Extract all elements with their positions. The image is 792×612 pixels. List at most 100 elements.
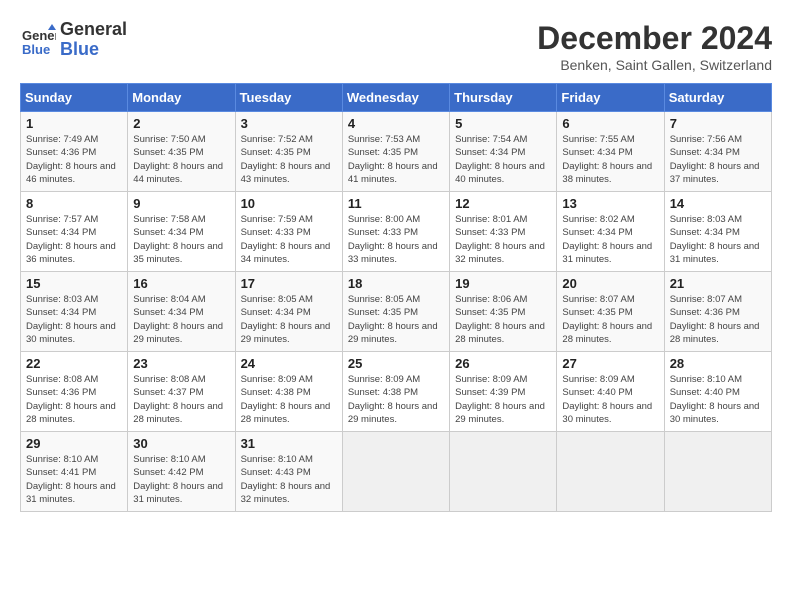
calendar-week-row: 15 Sunrise: 8:03 AMSunset: 4:34 PMDayligh… (21, 272, 772, 352)
day-number: 3 (241, 116, 337, 131)
day-info: Sunrise: 8:05 AMSunset: 4:34 PMDaylight:… (241, 293, 337, 346)
day-number: 15 (26, 276, 122, 291)
calendar-cell: 5Sunrise: 7:54 AMSunset: 4:34 PMDaylight… (450, 112, 557, 192)
day-info: Sunrise: 8:09 AMSunset: 4:38 PMDaylight:… (348, 373, 444, 426)
day-info: Sunrise: 8:08 AMSunset: 4:37 PMDaylight:… (133, 373, 229, 426)
calendar-cell: 26 Sunrise: 8:09 AMSunset: 4:39 PMDayligh… (450, 352, 557, 432)
day-number: 11 (348, 196, 444, 211)
day-info: Sunrise: 8:08 AMSunset: 4:36 PMDaylight:… (26, 373, 122, 426)
calendar-cell: 6 Sunrise: 7:55 AMSunset: 4:34 PMDaylight… (557, 112, 664, 192)
logo-general: General (60, 20, 127, 40)
calendar-cell: 20 Sunrise: 8:07 AMSunset: 4:35 PMDayligh… (557, 272, 664, 352)
day-number: 24 (241, 356, 337, 371)
calendar-week-row: 1 Sunrise: 7:49 AMSunset: 4:36 PMDaylight… (21, 112, 772, 192)
day-number: 8 (26, 196, 122, 211)
day-number: 1 (26, 116, 122, 131)
calendar-cell: 1 Sunrise: 7:49 AMSunset: 4:36 PMDaylight… (21, 112, 128, 192)
calendar-cell: 2 Sunrise: 7:50 AMSunset: 4:35 PMDaylight… (128, 112, 235, 192)
calendar-header-row: SundayMondayTuesdayWednesdayThursdayFrid… (21, 84, 772, 112)
day-header-tuesday: Tuesday (235, 84, 342, 112)
day-number: 14 (670, 196, 766, 211)
day-info: Sunrise: 7:50 AMSunset: 4:35 PMDaylight:… (133, 133, 229, 186)
calendar-cell: 19Sunrise: 8:06 AMSunset: 4:35 PMDayligh… (450, 272, 557, 352)
day-info: Sunrise: 8:09 AMSunset: 4:38 PMDaylight:… (241, 373, 337, 426)
day-number: 29 (26, 436, 122, 451)
month-title: December 2024 (537, 20, 772, 57)
day-number: 16 (133, 276, 229, 291)
calendar-cell (450, 432, 557, 512)
day-header-saturday: Saturday (664, 84, 771, 112)
calendar-table: SundayMondayTuesdayWednesdayThursdayFrid… (20, 83, 772, 512)
day-info: Sunrise: 8:04 AMSunset: 4:34 PMDaylight:… (133, 293, 229, 346)
calendar-cell: 18Sunrise: 8:05 AMSunset: 4:35 PMDayligh… (342, 272, 449, 352)
calendar-cell: 13Sunrise: 8:02 AMSunset: 4:34 PMDayligh… (557, 192, 664, 272)
day-info: Sunrise: 8:03 AMSunset: 4:34 PMDaylight:… (670, 213, 766, 266)
day-info: Sunrise: 7:58 AMSunset: 4:34 PMDaylight:… (133, 213, 229, 266)
calendar-cell: 27Sunrise: 8:09 AMSunset: 4:40 PMDayligh… (557, 352, 664, 432)
calendar-week-row: 8 Sunrise: 7:57 AMSunset: 4:34 PMDaylight… (21, 192, 772, 272)
day-header-friday: Friday (557, 84, 664, 112)
day-info: Sunrise: 8:03 AMSunset: 4:34 PMDaylight:… (26, 293, 122, 346)
page-header: General Blue General Blue December 2024 … (20, 20, 772, 73)
logo: General Blue General Blue (20, 20, 127, 60)
logo-blue: Blue (60, 40, 127, 60)
calendar-cell: 30 Sunrise: 8:10 AMSunset: 4:42 PMDayligh… (128, 432, 235, 512)
day-info: Sunrise: 7:57 AMSunset: 4:34 PMDaylight:… (26, 213, 122, 266)
svg-text:General: General (22, 28, 56, 43)
day-header-wednesday: Wednesday (342, 84, 449, 112)
day-info: Sunrise: 8:07 AMSunset: 4:36 PMDaylight:… (670, 293, 766, 346)
calendar-cell: 11 Sunrise: 8:00 AMSunset: 4:33 PMDayligh… (342, 192, 449, 272)
calendar-cell: 16 Sunrise: 8:04 AMSunset: 4:34 PMDayligh… (128, 272, 235, 352)
day-number: 18 (348, 276, 444, 291)
day-info: Sunrise: 7:53 AMSunset: 4:35 PMDaylight:… (348, 133, 444, 186)
day-info: Sunrise: 7:49 AMSunset: 4:36 PMDaylight:… (26, 133, 122, 186)
day-info: Sunrise: 8:07 AMSunset: 4:35 PMDaylight:… (562, 293, 658, 346)
calendar-week-row: 29 Sunrise: 8:10 AMSunset: 4:41 PMDayligh… (21, 432, 772, 512)
day-info: Sunrise: 8:10 AMSunset: 4:41 PMDaylight:… (26, 453, 122, 506)
calendar-cell: 31Sunrise: 8:10 AMSunset: 4:43 PMDayligh… (235, 432, 342, 512)
logo-icon: General Blue (20, 22, 56, 58)
day-header-monday: Monday (128, 84, 235, 112)
day-info: Sunrise: 8:00 AMSunset: 4:33 PMDaylight:… (348, 213, 444, 266)
calendar-cell: 21Sunrise: 8:07 AMSunset: 4:36 PMDayligh… (664, 272, 771, 352)
day-info: Sunrise: 8:01 AMSunset: 4:33 PMDaylight:… (455, 213, 551, 266)
calendar-cell (342, 432, 449, 512)
calendar-week-row: 22 Sunrise: 8:08 AMSunset: 4:36 PMDayligh… (21, 352, 772, 432)
calendar-cell: 3 Sunrise: 7:52 AMSunset: 4:35 PMDaylight… (235, 112, 342, 192)
calendar-cell: 8 Sunrise: 7:57 AMSunset: 4:34 PMDaylight… (21, 192, 128, 272)
day-info: Sunrise: 8:09 AMSunset: 4:39 PMDaylight:… (455, 373, 551, 426)
day-number: 22 (26, 356, 122, 371)
location-subtitle: Benken, Saint Gallen, Switzerland (537, 57, 772, 73)
day-number: 9 (133, 196, 229, 211)
calendar-cell: 12Sunrise: 8:01 AMSunset: 4:33 PMDayligh… (450, 192, 557, 272)
day-number: 28 (670, 356, 766, 371)
day-header-sunday: Sunday (21, 84, 128, 112)
calendar-cell: 17 Sunrise: 8:05 AMSunset: 4:34 PMDayligh… (235, 272, 342, 352)
calendar-cell: 28Sunrise: 8:10 AMSunset: 4:40 PMDayligh… (664, 352, 771, 432)
day-number: 2 (133, 116, 229, 131)
day-number: 20 (562, 276, 658, 291)
calendar-cell (664, 432, 771, 512)
day-number: 31 (241, 436, 337, 451)
day-number: 30 (133, 436, 229, 451)
day-info: Sunrise: 7:59 AMSunset: 4:33 PMDaylight:… (241, 213, 337, 266)
day-number: 6 (562, 116, 658, 131)
calendar-cell: 23 Sunrise: 8:08 AMSunset: 4:37 PMDayligh… (128, 352, 235, 432)
day-info: Sunrise: 8:10 AMSunset: 4:42 PMDaylight:… (133, 453, 229, 506)
day-number: 26 (455, 356, 551, 371)
day-number: 7 (670, 116, 766, 131)
calendar-cell: 9 Sunrise: 7:58 AMSunset: 4:34 PMDaylight… (128, 192, 235, 272)
day-header-thursday: Thursday (450, 84, 557, 112)
day-number: 10 (241, 196, 337, 211)
day-info: Sunrise: 8:09 AMSunset: 4:40 PMDaylight:… (562, 373, 658, 426)
calendar-cell: 22 Sunrise: 8:08 AMSunset: 4:36 PMDayligh… (21, 352, 128, 432)
day-info: Sunrise: 8:06 AMSunset: 4:35 PMDaylight:… (455, 293, 551, 346)
day-info: Sunrise: 7:55 AMSunset: 4:34 PMDaylight:… (562, 133, 658, 186)
day-info: Sunrise: 7:52 AMSunset: 4:35 PMDaylight:… (241, 133, 337, 186)
title-block: December 2024 Benken, Saint Gallen, Swit… (537, 20, 772, 73)
day-info: Sunrise: 8:02 AMSunset: 4:34 PMDaylight:… (562, 213, 658, 266)
day-number: 23 (133, 356, 229, 371)
day-number: 17 (241, 276, 337, 291)
day-info: Sunrise: 7:54 AMSunset: 4:34 PMDaylight:… (455, 133, 551, 186)
svg-text:Blue: Blue (22, 42, 50, 57)
